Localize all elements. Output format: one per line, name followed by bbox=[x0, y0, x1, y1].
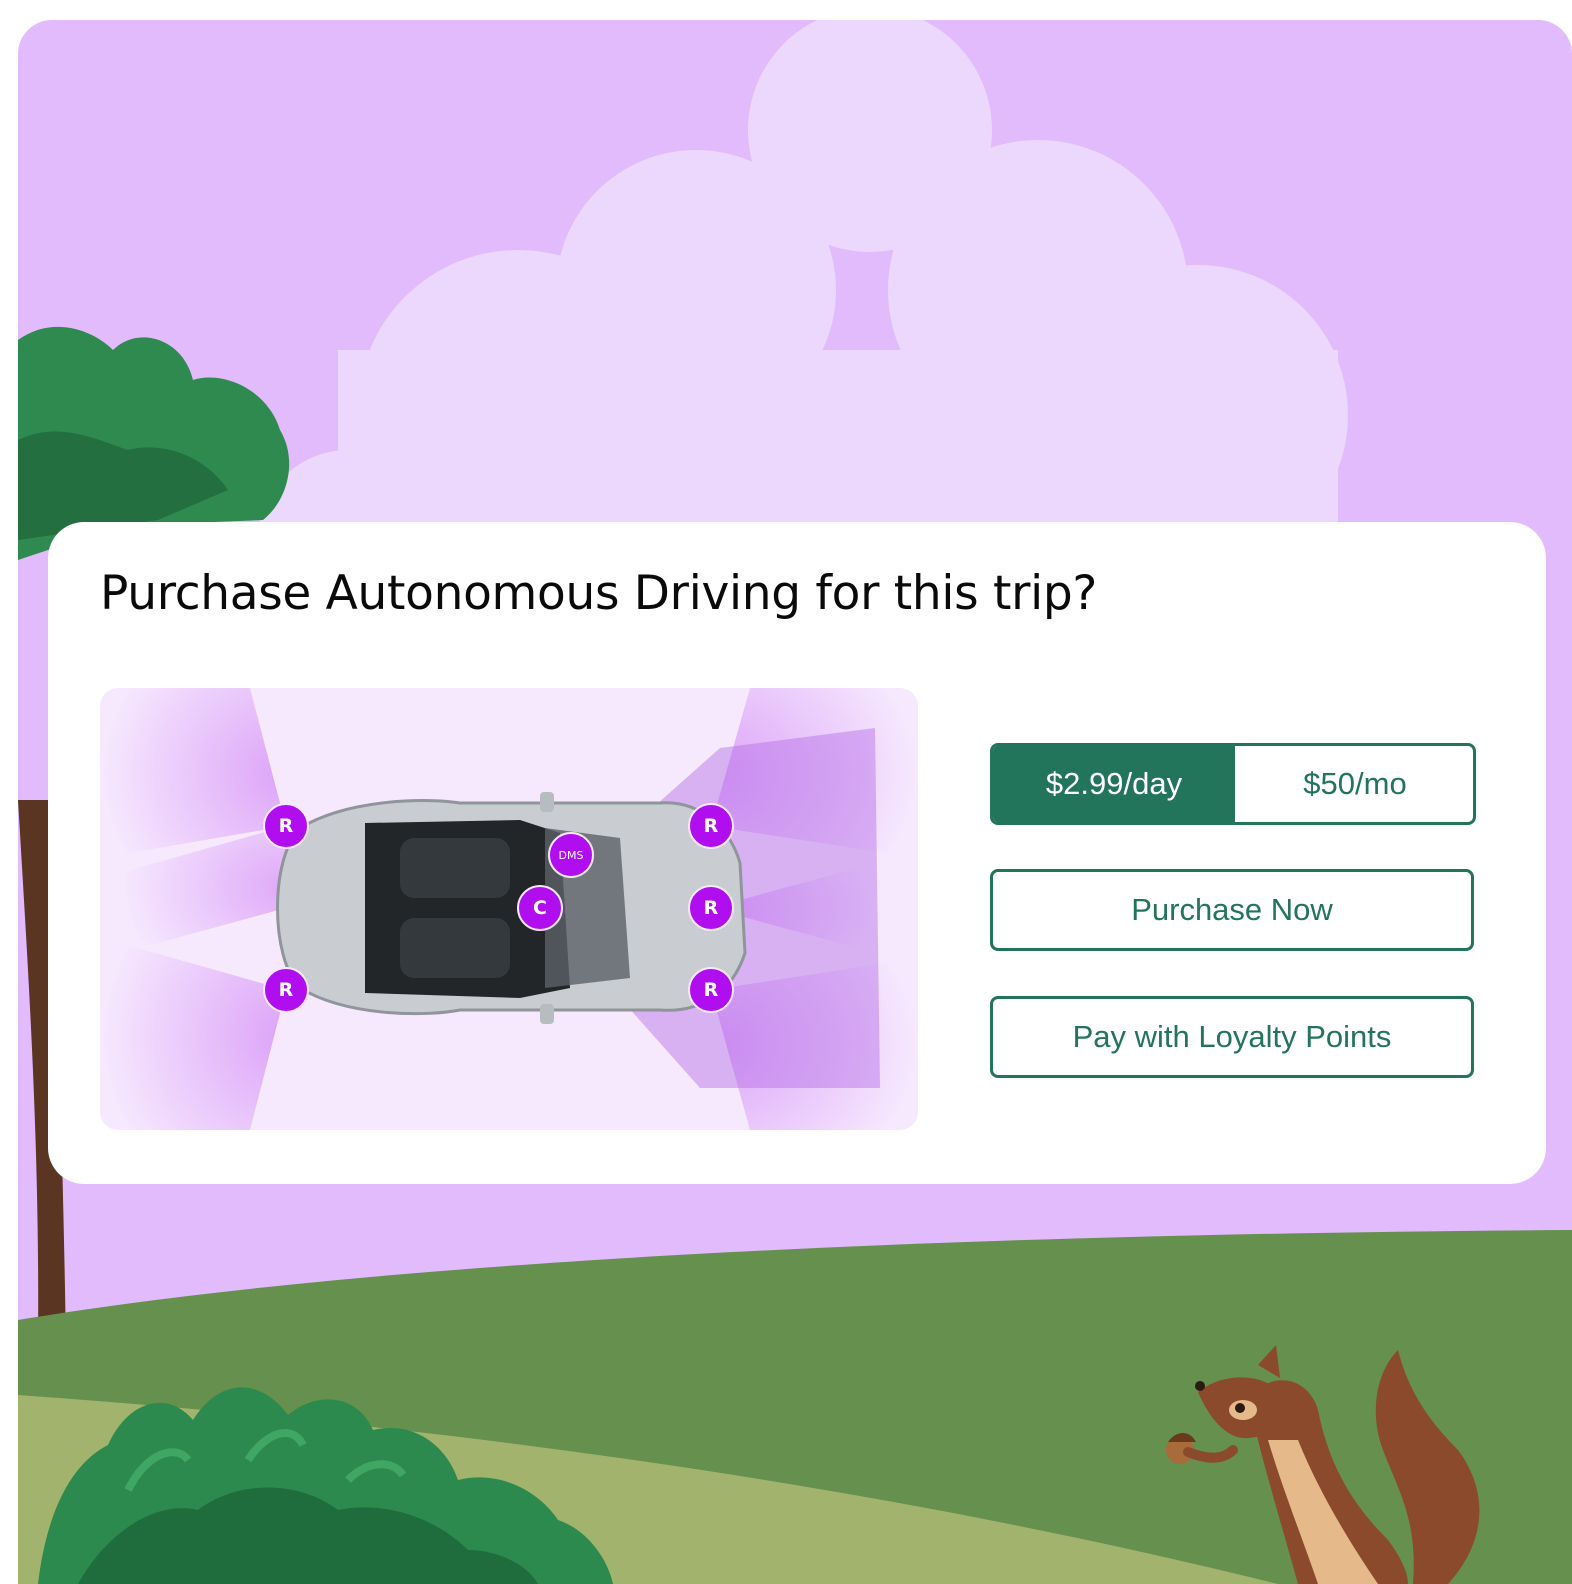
pay-with-loyalty-points-button[interactable]: Pay with Loyalty Points bbox=[990, 996, 1474, 1078]
purchase-dialog: Purchase Autonomous Driving for this tri… bbox=[48, 522, 1546, 1184]
radar-sensor-front-center: R bbox=[688, 885, 734, 931]
car-illustration bbox=[100, 688, 918, 1130]
car-sensor-diagram: R R R R R C DMS bbox=[100, 688, 918, 1130]
purchase-now-button[interactable]: Purchase Now bbox=[990, 869, 1474, 951]
dialog-title: Purchase Autonomous Driving for this tri… bbox=[100, 566, 1098, 621]
radar-sensor-front-left: R bbox=[688, 803, 734, 849]
price-option-monthly[interactable]: $50/mo bbox=[1237, 746, 1473, 822]
price-option-daily[interactable]: $2.99/day bbox=[993, 746, 1237, 822]
car-body bbox=[276, 792, 747, 1024]
pricing-toggle: $2.99/day $50/mo bbox=[990, 743, 1476, 825]
dms-sensor: DMS bbox=[548, 832, 594, 878]
background-scene: Purchase Autonomous Driving for this tri… bbox=[18, 20, 1572, 1584]
radar-sensor-rear-left: R bbox=[263, 803, 309, 849]
radar-sensor-rear-right: R bbox=[263, 967, 309, 1013]
camera-sensor: C bbox=[517, 885, 563, 931]
radar-sensor-front-right: R bbox=[688, 967, 734, 1013]
